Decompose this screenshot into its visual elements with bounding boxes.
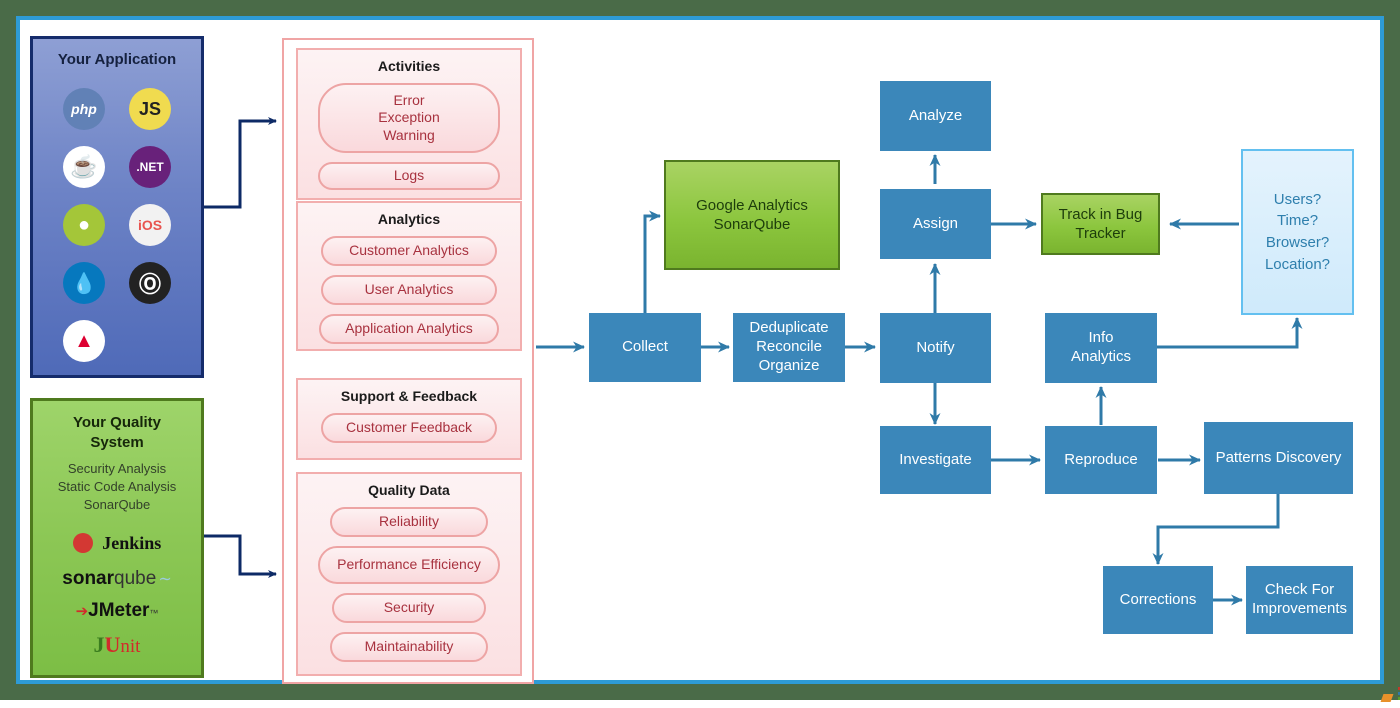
sonarqube-label-bold: sonar xyxy=(62,567,115,589)
logo-cell: JS xyxy=(117,80,183,138)
quality-system-title-line2: System xyxy=(90,433,144,451)
pill-maintainability[interactable]: Maintainability xyxy=(330,632,488,662)
connector-info-to-users xyxy=(1157,317,1303,349)
jmeter-feather-icon: ➔ xyxy=(75,602,89,620)
pill-customer-analytics[interactable]: Customer Analytics xyxy=(321,236,497,266)
quality-system-title: Your Quality System xyxy=(33,413,201,452)
jenkins-label: Jenkins xyxy=(102,532,162,553)
quality-system-subtitle: Security Analysis Static Code Analysis S… xyxy=(33,460,201,515)
connector-collect-to-google xyxy=(643,210,661,313)
pill-line-warning: Warning xyxy=(383,126,435,143)
pill-reliability[interactable]: Reliability xyxy=(330,507,488,537)
node-track-in-bug-tracker[interactable]: Track in Bug Tracker xyxy=(1041,193,1160,255)
junit-label-j: J xyxy=(93,631,105,657)
quality-system-title-line1: Your Quality xyxy=(72,414,162,431)
quality-subtitle-0: Security Analysis xyxy=(67,461,167,476)
sonarqube-brand-row: sonarqube ∼ xyxy=(33,568,201,590)
pill-error-exception-warning[interactable]: Error Exception Warning xyxy=(318,83,500,153)
android-logo: ● xyxy=(63,204,105,246)
angular-logo: ▲ xyxy=(63,320,105,362)
node-info-analytics[interactable]: Info Analytics xyxy=(1045,313,1157,383)
group-analytics-title: Analytics xyxy=(377,211,441,227)
diagram-frame: Your Application php JS ☕ .NET ● iOS 💧 Ⓞ… xyxy=(0,0,1400,702)
connector-patterns-to-corrections xyxy=(1152,494,1280,565)
node-corrections[interactable]: Corrections xyxy=(1103,566,1213,634)
logo-cell: iOS xyxy=(117,196,183,254)
pill-performance-efficiency[interactable]: Performance Efficiency xyxy=(318,546,500,584)
junit-label-u: U xyxy=(104,631,121,657)
connector-app-to-pink xyxy=(204,117,277,209)
pill-line-exception: Exception xyxy=(378,109,440,126)
application-logo-grid: php JS ☕ .NET ● iOS 💧 Ⓞ ▲ xyxy=(33,80,201,370)
node-analyze[interactable]: Analyze xyxy=(880,81,991,151)
sonarqube-label-light: qube xyxy=(114,567,157,589)
node-google-analytics-sonarqube[interactable]: Google Analytics SonarQube xyxy=(664,160,840,270)
connector-quality-to-pink xyxy=(204,534,277,578)
your-application-panel: Your Application php JS ☕ .NET ● iOS 💧 Ⓞ… xyxy=(30,36,204,378)
drupal-logo: 💧 xyxy=(63,262,105,304)
ios-logo: iOS xyxy=(129,204,171,246)
pill-customer-feedback[interactable]: Customer Feedback xyxy=(321,413,497,443)
wordpress-logo: Ⓞ xyxy=(129,262,171,304)
your-application-title: Your Application xyxy=(57,51,177,68)
node-deduplicate-reconcile-organize[interactable]: Deduplicate Reconcile Organize xyxy=(733,313,845,382)
group-quality-data: Quality Data Reliability Performance Eff… xyxy=(296,472,522,676)
group-quality-data-title: Quality Data xyxy=(368,482,450,498)
node-users-time-browser-location[interactable]: Users? Time? Browser? Location? xyxy=(1241,149,1354,315)
dotnet-logo: .NET xyxy=(129,146,171,188)
node-check-for-improvements[interactable]: Check For Improvements xyxy=(1246,566,1353,634)
java-logo: ☕ xyxy=(63,146,105,188)
node-notify[interactable]: Notify xyxy=(880,313,991,383)
pill-line-error: Error xyxy=(393,91,425,108)
group-support-feedback-title: Support & Feedback xyxy=(340,388,478,404)
pill-security[interactable]: Security xyxy=(332,593,486,623)
logo-cell-empty xyxy=(117,312,183,370)
node-reproduce[interactable]: Reproduce xyxy=(1045,426,1157,494)
logo-cell: .NET xyxy=(117,138,183,196)
junit-label-nit: nit xyxy=(120,635,141,657)
quality-subtitle-1: Static Code Analysis xyxy=(57,479,177,495)
logo-cell: ● xyxy=(51,196,117,254)
javascript-logo: JS xyxy=(129,88,171,130)
pill-application-analytics[interactable]: Application Analytics xyxy=(319,314,499,344)
diagram-canvas: Your Application php JS ☕ .NET ● iOS 💧 Ⓞ… xyxy=(8,8,1400,708)
logo-cell: ☕ xyxy=(51,138,117,196)
monitoring-data-panel: Activities Error Exception Warning Logs … xyxy=(282,38,534,684)
logo-cell: 💧 xyxy=(51,254,117,312)
php-logo: php xyxy=(63,88,105,130)
group-activities-title: Activities xyxy=(377,58,441,74)
logo-cell: Ⓞ xyxy=(117,254,183,312)
node-assign[interactable]: Assign xyxy=(880,189,991,259)
sonarqube-wave-icon: ∼ xyxy=(158,570,172,588)
jmeter-label-bold: Meter xyxy=(98,599,150,621)
group-analytics: Analytics Customer Analytics User Analyt… xyxy=(296,201,522,351)
group-activities: Activities Error Exception Warning Logs xyxy=(296,48,522,200)
your-quality-system-panel: Your Quality System Security Analysis St… xyxy=(30,398,204,678)
jmeter-brand-row: ➔JMeter™ xyxy=(33,600,201,622)
node-patterns-discovery[interactable]: Patterns Discovery xyxy=(1204,422,1353,494)
pill-logs[interactable]: Logs xyxy=(318,162,500,190)
group-support-feedback: Support & Feedback Customer Feedback xyxy=(296,378,522,460)
logo-cell: ▲ xyxy=(51,312,117,370)
jmeter-label-j: J xyxy=(88,599,99,621)
quality-subtitle-2: SonarQube xyxy=(83,497,151,513)
logo-cell: php xyxy=(51,80,117,138)
junit-brand-row: JUnit xyxy=(33,632,201,658)
pill-user-analytics[interactable]: User Analytics xyxy=(321,275,497,305)
jenkins-icon xyxy=(72,533,93,554)
node-investigate[interactable]: Investigate xyxy=(880,426,991,494)
node-collect[interactable]: Collect xyxy=(589,313,701,382)
jenkins-brand-row: Jenkins xyxy=(33,533,201,554)
jmeter-tm-icon: ™ xyxy=(149,607,159,618)
